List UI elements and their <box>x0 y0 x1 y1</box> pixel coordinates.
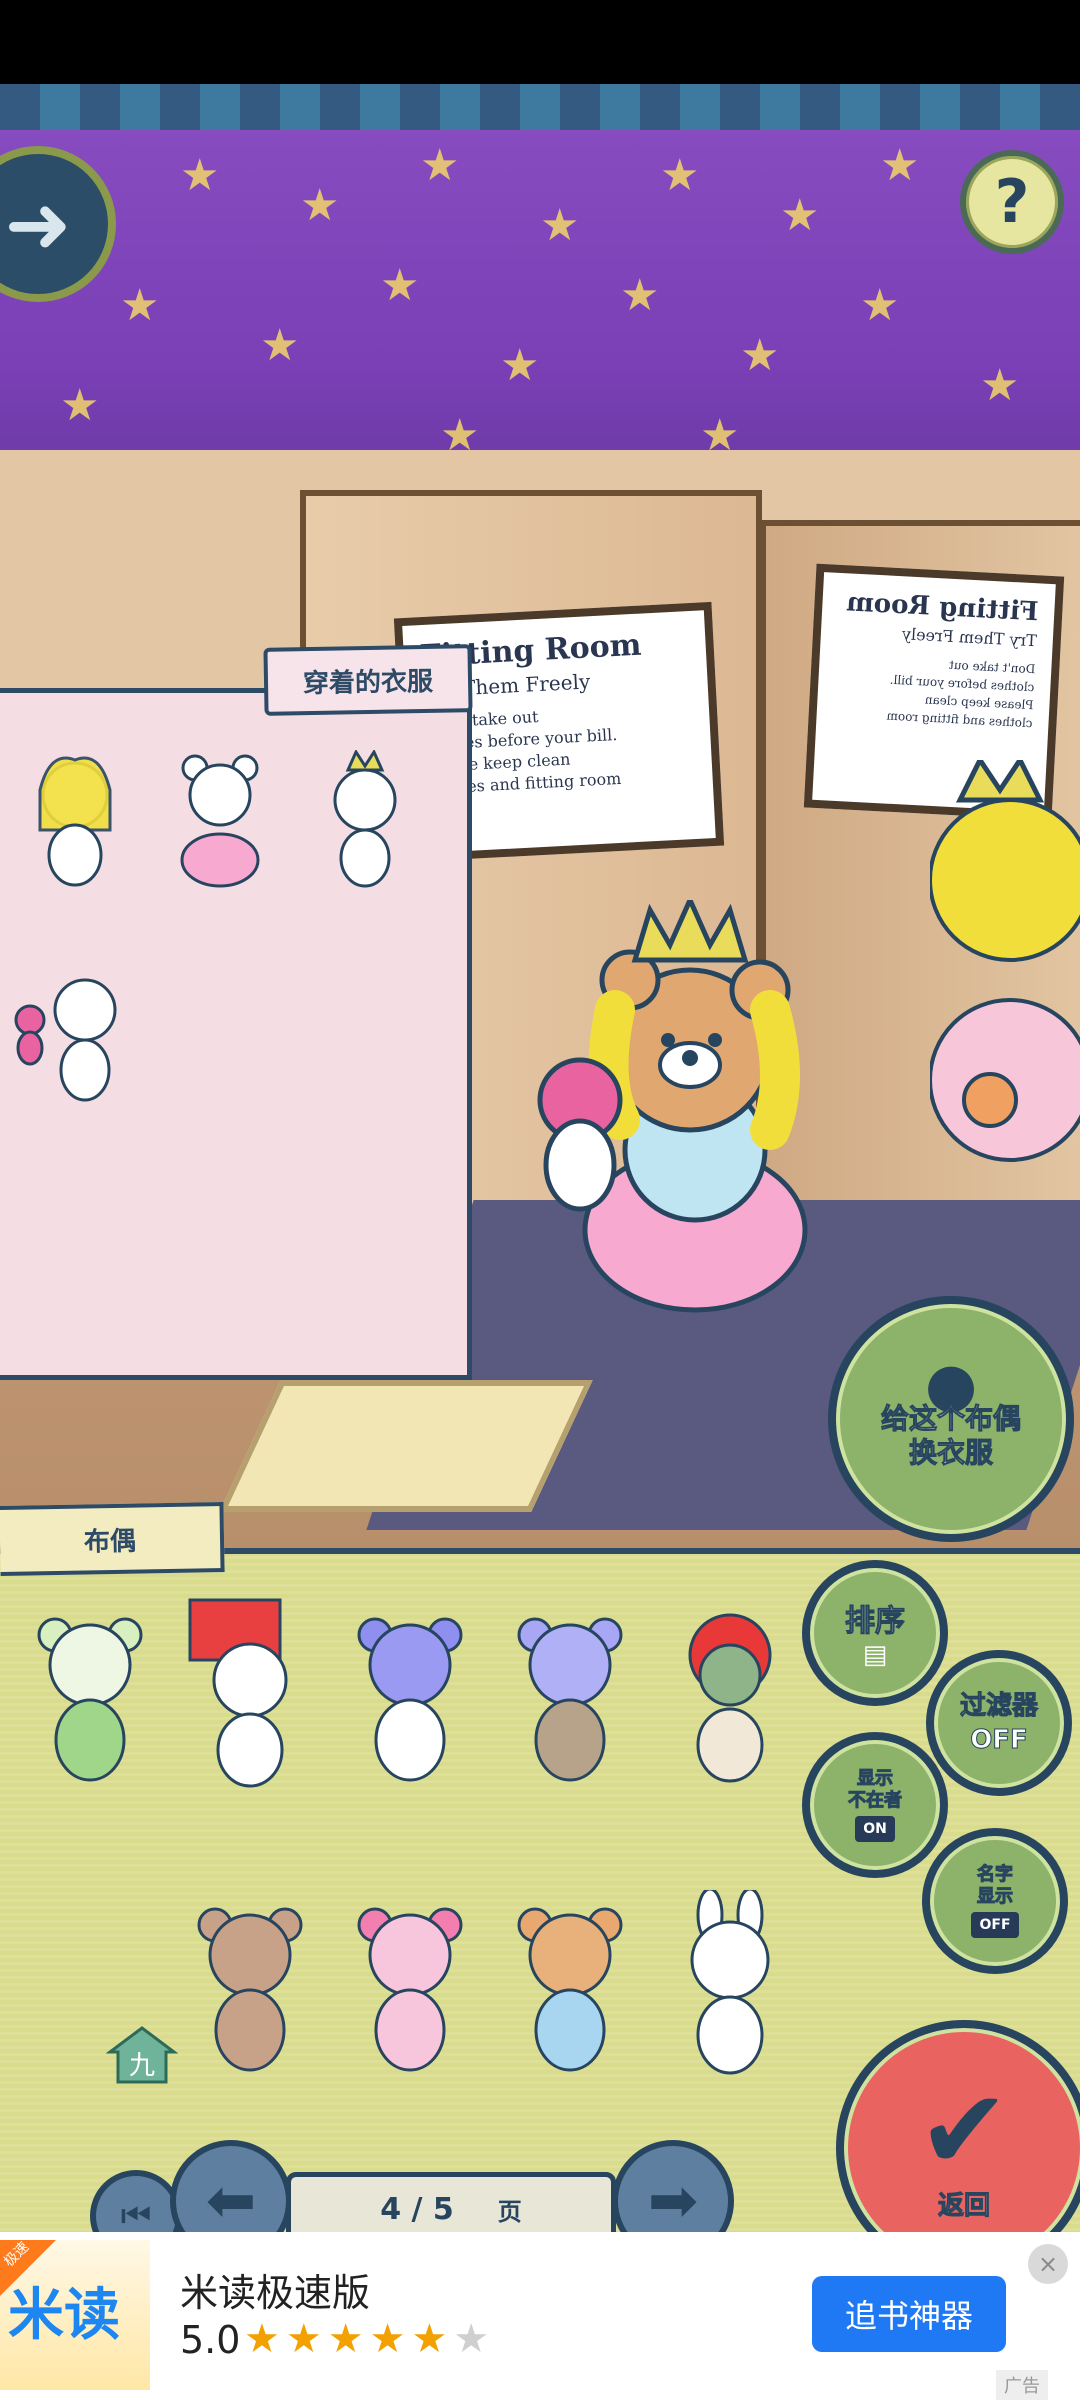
change-label-line1: 给这个布偶 <box>880 1402 1021 1436</box>
outfit-blonde-wig[interactable] <box>30 750 120 890</box>
doll-flag-bunny[interactable] <box>180 1590 310 1790</box>
home-house-icon[interactable]: 九 <box>106 2024 178 2084</box>
sort-icon: ▤ <box>862 1640 888 1670</box>
show-absent-button[interactable]: 显示 不在者 ON <box>802 1732 948 1878</box>
filter-button[interactable]: 过滤器 OFF <box>926 1650 1072 1796</box>
starry-wall: ★ ★ ★ ★ ★ ★ ★ ★ ★ ★ ★ ★ ★ ★ ★ ★ ★ ★ <box>0 84 1080 484</box>
ad-rating-stars: ★★★★★★ <box>244 2316 495 2362</box>
doll-orange-bear[interactable] <box>510 1900 630 2080</box>
ad-app-title[interactable]: 米读极速版 <box>180 2262 370 2317</box>
show-name-button[interactable]: 名字 显示 OFF <box>922 1828 1068 1974</box>
sort-button[interactable]: 排序 ▤ <box>802 1560 948 1706</box>
absent-label-line1: 显示 <box>857 1768 894 1790</box>
arrow-right-icon: ➡ <box>647 2166 699 2236</box>
wearing-clothes-title: 穿着的衣服 <box>263 644 473 716</box>
question-mark-icon: ? <box>994 167 1030 237</box>
absent-toggle: ON <box>855 1816 895 1842</box>
ad-label: 广告 <box>996 2370 1048 2400</box>
filter-label: 过滤器 <box>959 1691 1038 1722</box>
sort-label: 排序 <box>845 1604 906 1640</box>
star-empty-icon: ★ <box>453 2316 496 2362</box>
doll-purple-bear[interactable] <box>510 1610 630 1790</box>
name-label-line1: 名字 <box>977 1864 1014 1886</box>
top-status-area <box>0 0 1080 84</box>
main-bear-character[interactable] <box>520 900 850 1320</box>
bunting-decoration <box>0 84 1080 130</box>
help-button[interactable]: ? <box>960 150 1064 254</box>
filter-state: OFF <box>970 1725 1029 1756</box>
outfit-pink-dress[interactable] <box>175 750 265 890</box>
absent-label-line2: 不在者 <box>848 1790 903 1812</box>
floor-mat <box>219 1380 593 1512</box>
star-icons: ★★★★★ <box>244 2316 454 2362</box>
doll-pink-patch-bear[interactable] <box>350 1900 470 2080</box>
close-icon[interactable]: × <box>1028 2244 1068 2284</box>
skip-back-icon: ⏮ <box>120 2196 152 2236</box>
doll-white-bunny[interactable] <box>670 1890 790 2080</box>
return-label: 返回 <box>937 2190 990 2221</box>
page-number: 4 / 5 <box>380 2191 454 2227</box>
outfit-crown[interactable] <box>320 750 410 890</box>
page-unit: 页 <box>497 2197 522 2226</box>
ad-logo-text: 米读 <box>8 2283 120 2348</box>
change-label-line2: 换衣服 <box>908 1436 993 1470</box>
doll-panel-title: 布偶 <box>0 1502 225 1576</box>
doll-blue-raccoon[interactable] <box>350 1610 470 1790</box>
name-label-line2: 显示 <box>977 1886 1014 1908</box>
home-label: 九 <box>129 2051 155 2081</box>
ad-rating-value: 5.0 <box>180 2318 241 2362</box>
arrow-left-icon: ⬅ <box>205 2166 257 2236</box>
name-toggle: OFF <box>971 1912 1019 1938</box>
doll-brown-bear[interactable] <box>190 1900 310 2080</box>
change-clothes-button[interactable]: ● 给这个布偶 换衣服 <box>828 1296 1074 1542</box>
ad-cta-button[interactable]: 追书神器 <box>812 2276 1006 2352</box>
bear-silhouette-icon: ● <box>924 1350 978 1420</box>
doll-white-green-bear[interactable] <box>30 1610 150 1790</box>
checkmark-icon: ✔ <box>917 2065 1011 2194</box>
arrow-right-icon: ➜ <box>4 177 72 271</box>
doll-helmet-turtle[interactable] <box>670 1610 790 1790</box>
sign-title: Fitting Room <box>845 587 1040 628</box>
mirror-reflection-bear <box>930 760 1080 1162</box>
outfit-pink-bear-plush[interactable] <box>10 970 120 1110</box>
